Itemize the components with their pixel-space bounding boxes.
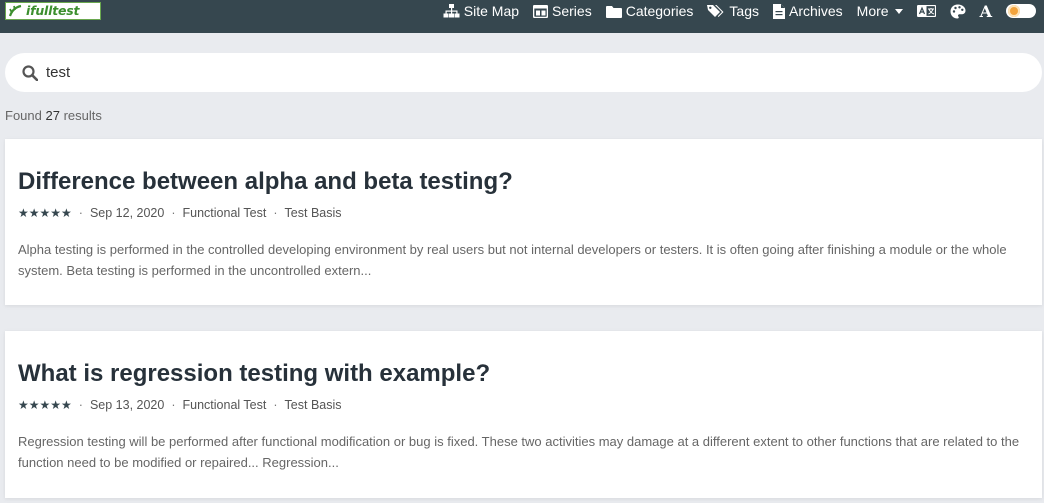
palette-icon	[950, 4, 966, 18]
result-title-link[interactable]: What is regression testing with example?	[18, 362, 490, 386]
result-tag-link[interactable]: Test Basis	[285, 206, 342, 220]
search-icon	[22, 64, 38, 81]
result-card: Difference between alpha and beta testin…	[5, 139, 1042, 305]
result-excerpt: Alpha testing is performed in the contro…	[18, 242, 1007, 278]
search-bar	[5, 53, 1042, 92]
result-category-link[interactable]: Functional Test	[183, 206, 267, 220]
logo-text: ifulltest	[26, 2, 80, 18]
site-logo[interactable]: ifulltest	[5, 2, 101, 20]
nav-archives-label: Archives	[788, 3, 843, 19]
result-card: What is regression testing with example?…	[5, 331, 1042, 498]
result-meta: ★★★★★ · Sep 12, 2020 · Functional Test ·…	[18, 206, 342, 220]
result-category-link[interactable]: Functional Test	[183, 398, 267, 412]
nav-series[interactable]: Series	[533, 3, 592, 19]
result-date: Sep 13, 2020	[89, 398, 165, 412]
series-icon	[533, 4, 549, 18]
theme-toggle[interactable]	[1006, 4, 1036, 18]
results-count-number: 27	[45, 108, 60, 123]
meta-separator: ·	[273, 206, 278, 220]
nav-tags-label: Tags	[729, 3, 759, 19]
results-count-prefix: Found	[5, 108, 42, 123]
nav-site-map[interactable]: Site Map	[443, 3, 519, 19]
sitemap-icon	[443, 4, 460, 18]
meta-separator: ·	[78, 398, 83, 412]
font-icon: A	[979, 1, 992, 21]
nav-categories[interactable]: Categories	[605, 3, 694, 19]
nav-site-map-label: Site Map	[463, 3, 520, 19]
nav-more-label: More	[856, 3, 889, 19]
meta-separator: ·	[78, 206, 83, 220]
star-rating: ★★★★★	[18, 398, 72, 412]
translate-button[interactable]	[916, 5, 936, 17]
nav-tags[interactable]: Tags	[707, 3, 759, 19]
sun-icon	[1008, 5, 1020, 17]
nav-more-dropdown[interactable]: More	[857, 3, 903, 19]
meta-separator: ·	[273, 398, 278, 412]
font-button[interactable]: A	[980, 2, 992, 21]
nav-archives[interactable]: Archives	[772, 3, 843, 19]
folder-icon	[605, 5, 622, 18]
main-nav: Site Map Series Categories Tags Archives…	[443, 0, 1036, 22]
result-title-link[interactable]: Difference between alpha and beta testin…	[18, 170, 513, 194]
result-date: Sep 12, 2020	[89, 206, 165, 220]
search-input[interactable]	[46, 64, 1006, 81]
result-meta: ★★★★★ · Sep 13, 2020 · Functional Test ·…	[18, 398, 342, 412]
logo-mark-icon	[8, 4, 22, 17]
result-tag-link[interactable]: Test Basis	[285, 398, 342, 412]
result-excerpt: Regression testing will be performed aft…	[18, 434, 1020, 470]
meta-separator: ·	[171, 206, 176, 220]
palette-button[interactable]	[950, 4, 966, 19]
nav-series-label: Series	[552, 3, 592, 19]
results-count: Found 27 results	[5, 108, 102, 123]
archive-file-icon	[772, 3, 785, 19]
results-count-suffix: results	[63, 108, 102, 123]
theme-toggle-track	[1006, 4, 1036, 18]
caret-down-icon	[894, 8, 903, 14]
top-navbar: ifulltest Site Map Series Categories Tag…	[0, 0, 1044, 33]
meta-separator: ·	[171, 398, 176, 412]
tags-icon	[707, 4, 724, 17]
star-rating: ★★★★★	[18, 206, 72, 220]
nav-categories-label: Categories	[625, 3, 694, 19]
translate-icon	[916, 5, 936, 17]
